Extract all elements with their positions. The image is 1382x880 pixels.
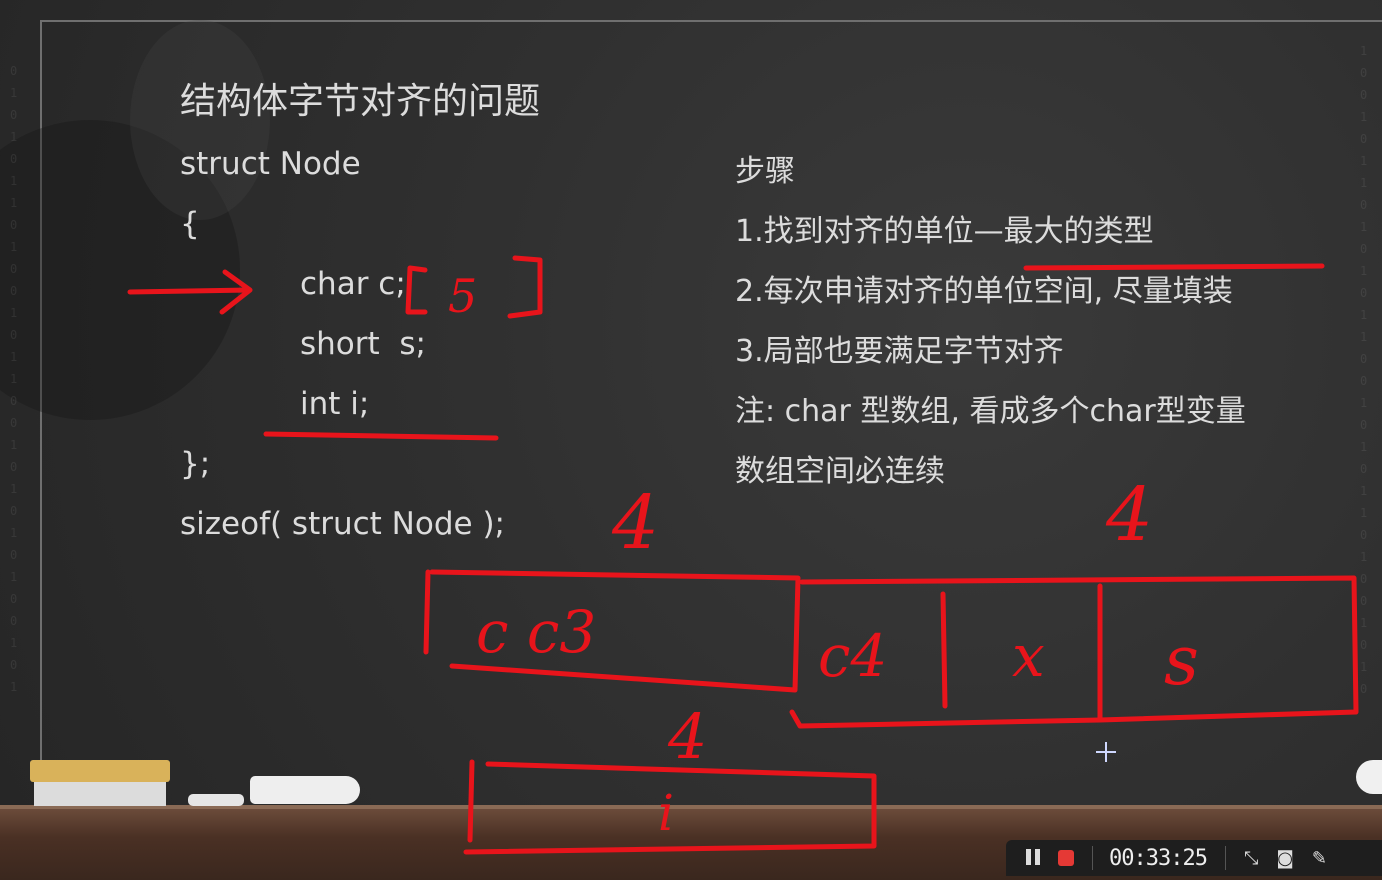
recorder-toolbar: 00:33:25 ⤡ ◙ ✎ [1006, 840, 1382, 876]
block-1-text: c c3 [476, 598, 596, 666]
side-tool-icon[interactable] [1356, 760, 1382, 794]
size-label: 4 [667, 700, 707, 773]
size-label: 4 [611, 480, 659, 566]
size-label: 4 [1105, 472, 1153, 558]
toolbar-divider [1092, 846, 1093, 870]
cursor-crosshair-icon [1096, 742, 1116, 762]
block-2-cell-3: s [1164, 622, 1199, 701]
recording-time: 00:33:25 [1109, 845, 1208, 871]
array-size-label: 5 [448, 269, 477, 323]
block-2-cell-2: x [1012, 622, 1045, 690]
pen-icon[interactable]: ✎ [1312, 848, 1327, 869]
shrink-icon[interactable]: ⤡ [1244, 848, 1258, 869]
block-2-cell-1: c4 [818, 622, 887, 690]
pause-icon[interactable] [1026, 849, 1044, 867]
toolbar-divider [1224, 846, 1226, 870]
block-3-text: i [658, 784, 674, 842]
underline-step [1023, 263, 1325, 271]
stop-icon[interactable] [1058, 850, 1074, 866]
ink-annotations: 5 4 4 4 c c3 c4 x s i [127, 255, 1359, 855]
camera-icon[interactable]: ◙ [1276, 848, 1293, 869]
arrow-annotation [127, 269, 253, 315]
underline-int [263, 431, 499, 441]
bracket-right [507, 255, 543, 319]
bracket-left [405, 265, 428, 315]
